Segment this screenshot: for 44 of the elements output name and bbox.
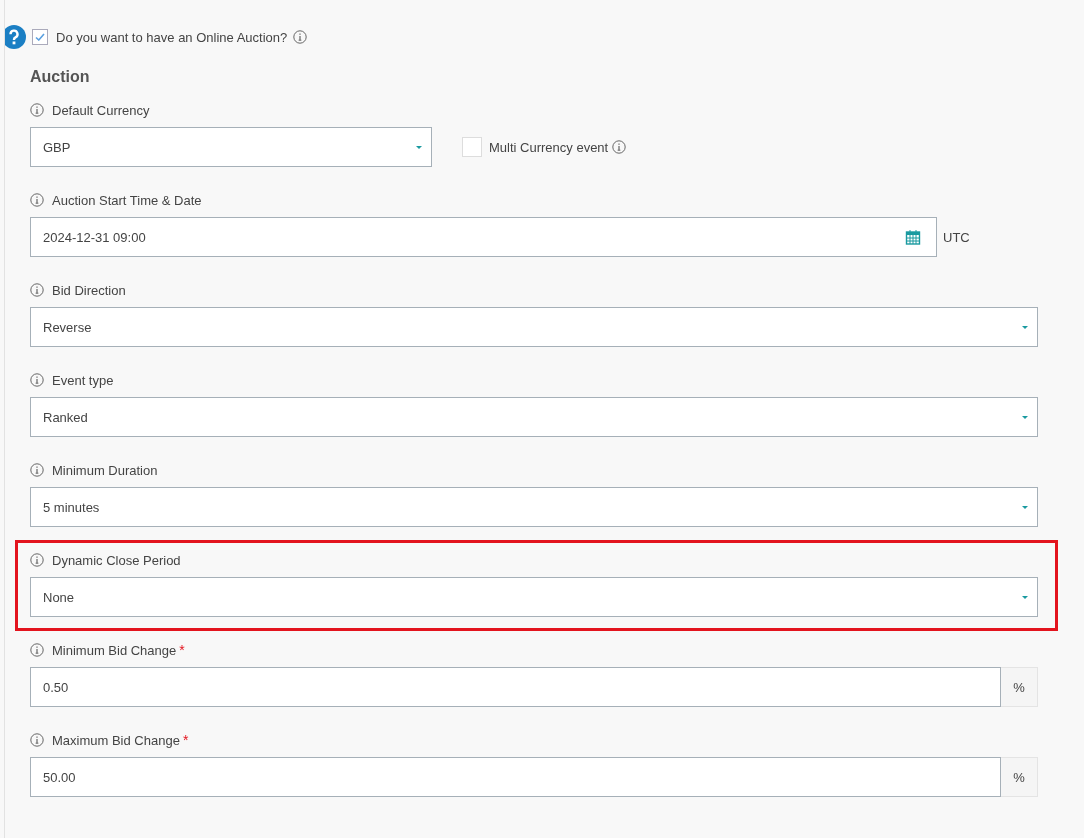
percent-addon: %	[1001, 667, 1038, 707]
checkmark-icon	[35, 33, 45, 41]
field-label: Dynamic Close Period	[52, 552, 181, 568]
select-field[interactable]: GBP	[30, 127, 432, 167]
caret-icon	[1022, 505, 1028, 509]
field-label: Maximum Bid Change	[52, 732, 180, 748]
info-icon	[30, 553, 44, 567]
calendar-icon[interactable]	[905, 229, 921, 245]
caret-icon	[416, 145, 422, 149]
field-label: Event type	[52, 372, 114, 388]
field-label: Bid Direction	[52, 282, 126, 298]
field-label: Auction Start Time & Date	[52, 192, 202, 208]
online-auction-checkbox[interactable]	[32, 29, 48, 45]
field-label: Minimum Duration	[52, 462, 158, 478]
select-field[interactable]: Reverse	[30, 307, 1038, 347]
checkbox[interactable]	[462, 137, 482, 157]
info-icon	[30, 283, 44, 297]
caret-icon	[1022, 415, 1028, 419]
caret-icon	[1022, 595, 1028, 599]
select-field[interactable]: 5 minutes	[30, 487, 1038, 527]
field-label: Minimum Bid Change	[52, 642, 177, 658]
info-icon	[293, 30, 308, 44]
required-asterisk: *	[179, 642, 185, 658]
percent-addon: %	[1001, 757, 1038, 797]
select-field[interactable]: Ranked	[30, 397, 1038, 437]
timezone-label: UTC	[943, 229, 970, 245]
info-icon	[30, 373, 44, 387]
field-label: Default Currency	[52, 102, 150, 118]
info-icon	[30, 103, 44, 117]
info-icon	[30, 193, 44, 207]
select-field[interactable]: None	[30, 577, 1038, 617]
info-icon	[30, 463, 44, 477]
section-title: Auction	[30, 67, 91, 87]
help-icon[interactable]	[5, 25, 26, 49]
required-asterisk: *	[182, 732, 189, 748]
caret-icon	[1022, 325, 1028, 329]
checkbox-label: Multi Currency event	[489, 139, 609, 155]
number-field[interactable]: 50.00	[30, 757, 1001, 797]
number-field[interactable]: 0.50	[30, 667, 1001, 707]
info-icon	[30, 733, 44, 747]
date-field[interactable]: 2024-12-31 09:00	[30, 217, 937, 257]
info-icon	[612, 140, 627, 154]
info-icon	[30, 643, 44, 657]
checkbox-label: Do you want to have an Online Auction?	[56, 29, 288, 45]
